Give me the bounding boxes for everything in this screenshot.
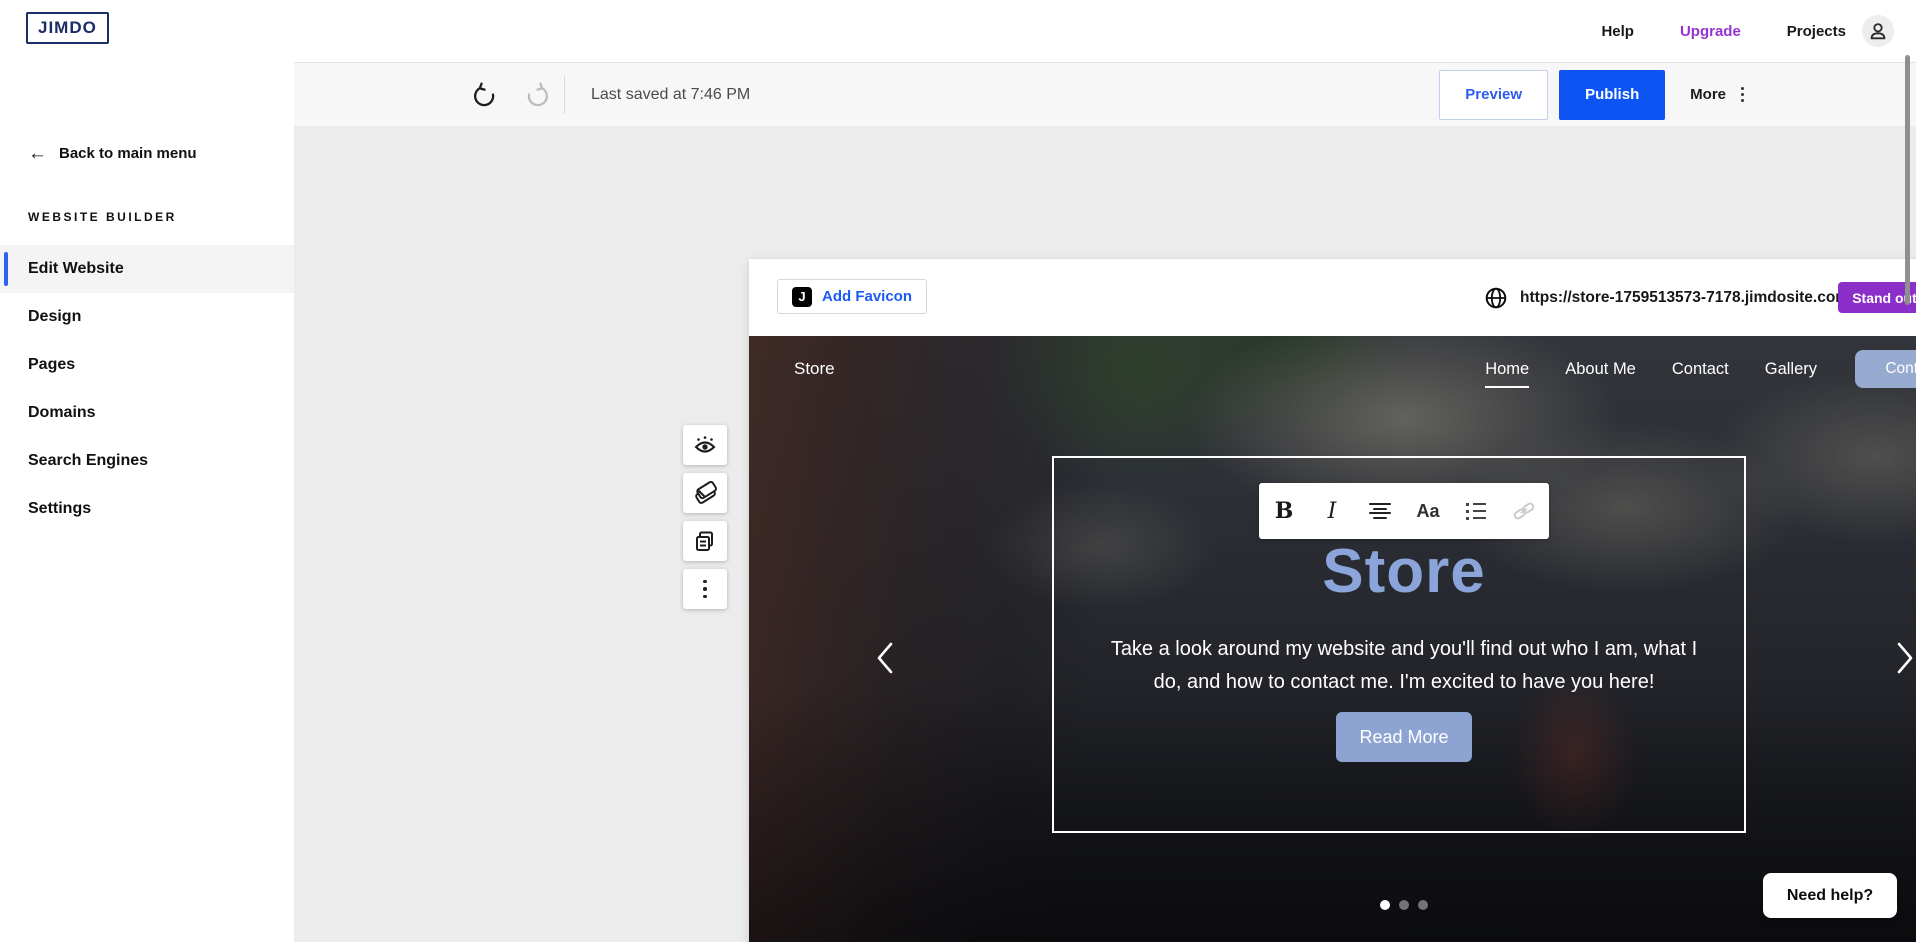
sidebar-item-search-engines[interactable]: Search Engines <box>0 437 294 485</box>
redo-icon[interactable] <box>524 82 550 108</box>
hero-title[interactable]: Store <box>749 536 1916 607</box>
editor-canvas: J Add Favicon https://store-1759513573-7… <box>294 126 1916 942</box>
add-favicon-label: Add Favicon <box>822 288 912 305</box>
font-style-button[interactable]: Aa <box>1411 493 1445 529</box>
jimdo-logo[interactable]: JIMDO <box>26 12 109 44</box>
duplicate-block-button[interactable] <box>683 521 727 561</box>
sidebar-item-label: Domains <box>28 404 96 422</box>
globe-icon <box>1484 286 1508 310</box>
link-button[interactable] <box>1507 493 1541 529</box>
back-label: Back to main menu <box>59 145 197 162</box>
preview-button[interactable]: Preview <box>1439 70 1548 120</box>
site-url-group: https://store-1759513573-7178.jimdosite.… <box>1484 259 1849 336</box>
read-more-button[interactable]: Read More <box>1336 712 1472 762</box>
carousel-dot-1[interactable] <box>1380 900 1390 910</box>
sidebar-item-domains[interactable]: Domains <box>0 389 294 437</box>
duplicate-icon <box>693 529 717 553</box>
scrollbar-thumb[interactable] <box>1905 55 1910 305</box>
carousel-dots <box>749 900 1916 910</box>
need-help-button[interactable]: Need help? <box>1763 873 1897 918</box>
align-center-icon <box>1369 503 1391 519</box>
website-preview-card: J Add Favicon https://store-1759513573-7… <box>749 259 1916 942</box>
site-brand[interactable]: Store <box>794 359 835 379</box>
sidebar-item-label: Edit Website <box>28 260 124 278</box>
font-style-icon: Aa <box>1416 501 1439 522</box>
block-more-options-button[interactable] <box>683 569 727 609</box>
more-button[interactable]: More <box>1690 86 1726 103</box>
add-favicon-button[interactable]: J Add Favicon <box>777 279 927 314</box>
favicon-badge-icon: J <box>792 287 812 307</box>
jimdo-website-builder: JIMDO Help Upgrade Projects ← Back to ma… <box>0 0 1916 942</box>
visibility-eye-icon <box>692 433 718 457</box>
text-edit-toolbar: B I Aa <box>1259 483 1549 539</box>
projects-link[interactable]: Projects <box>1787 23 1846 40</box>
sidebar-item-design[interactable]: Design <box>0 293 294 341</box>
sidebar-item-label: Search Engines <box>28 452 148 470</box>
carousel-dot-2[interactable] <box>1399 900 1409 910</box>
list-button[interactable] <box>1459 493 1493 529</box>
sidebar: ← Back to main menu WEBSITE BUILDER Edit… <box>0 62 294 942</box>
sidebar-item-label: Design <box>28 308 81 326</box>
list-icon <box>1466 503 1486 520</box>
upgrade-link[interactable]: Upgrade <box>1680 23 1741 40</box>
top-header: JIMDO Help Upgrade Projects <box>0 0 1916 62</box>
site-nav-gallery[interactable]: Gallery <box>1765 360 1817 379</box>
site-nav-about-me[interactable]: About Me <box>1565 360 1636 379</box>
link-icon <box>1512 499 1536 523</box>
back-arrow-icon: ← <box>28 144 47 163</box>
style-block-button[interactable] <box>683 473 727 513</box>
sidebar-item-settings[interactable]: Settings <box>0 485 294 533</box>
block-tool-rail <box>683 425 727 609</box>
help-link[interactable]: Help <box>1601 23 1634 40</box>
italic-button[interactable]: I <box>1315 493 1349 529</box>
sidebar-item-edit-website[interactable]: Edit Website <box>0 245 294 293</box>
undo-icon[interactable] <box>472 82 498 108</box>
carousel-dot-3[interactable] <box>1418 900 1428 910</box>
last-saved-status: Last saved at 7:46 PM <box>591 86 750 104</box>
preview-block-button[interactable] <box>683 425 727 465</box>
align-button[interactable] <box>1363 493 1397 529</box>
kebab-menu-icon[interactable] <box>1741 87 1744 102</box>
sidebar-item-pages[interactable]: Pages <box>0 341 294 389</box>
carousel-next-icon[interactable] <box>1889 638 1916 678</box>
publish-button[interactable]: Publish <box>1559 70 1665 120</box>
italic-icon: I <box>1328 499 1337 524</box>
header-nav: Help Upgrade Projects <box>1601 0 1846 62</box>
sidebar-menu: Edit Website Design Pages Domains Search… <box>0 245 294 533</box>
section-label: WEBSITE BUILDER <box>28 210 177 224</box>
editor-toolbar: Last saved at 7:46 PM Preview Publish Mo… <box>294 62 1916 126</box>
user-icon <box>1867 20 1889 42</box>
more-options-icon <box>703 580 707 599</box>
sidebar-item-label: Pages <box>28 356 75 374</box>
carousel-prev-icon[interactable] <box>871 638 901 678</box>
hero-body-line2: do, and how to contact me. I'm excited t… <box>749 666 1916 699</box>
hero-body-text[interactable]: Take a look around my website and you'll… <box>749 633 1916 699</box>
sidebar-item-label: Settings <box>28 500 91 518</box>
divider <box>564 76 565 114</box>
site-nav-links: Home About Me Contact Gallery <box>1485 360 1817 379</box>
hero-body-line1: Take a look around my website and you'll… <box>749 633 1916 666</box>
bold-button[interactable]: B <box>1267 493 1301 529</box>
site-nav-contact[interactable]: Contact <box>1672 360 1729 379</box>
bold-icon: B <box>1275 498 1294 524</box>
account-avatar[interactable] <box>1862 15 1894 47</box>
hero-block[interactable]: Store Home About Me Contact Gallery Cont… <box>749 336 1916 942</box>
preview-top-bar: J Add Favicon https://store-1759513573-7… <box>749 259 1916 336</box>
style-brush-icon <box>692 480 718 506</box>
contact-me-button[interactable]: Contact me <box>1855 350 1916 388</box>
site-url[interactable]: https://store-1759513573-7178.jimdosite.… <box>1520 289 1849 307</box>
back-to-main-menu[interactable]: ← Back to main menu <box>28 144 197 163</box>
site-navbar: Store Home About Me Contact Gallery Cont… <box>749 336 1916 402</box>
site-nav-home[interactable]: Home <box>1485 360 1529 379</box>
